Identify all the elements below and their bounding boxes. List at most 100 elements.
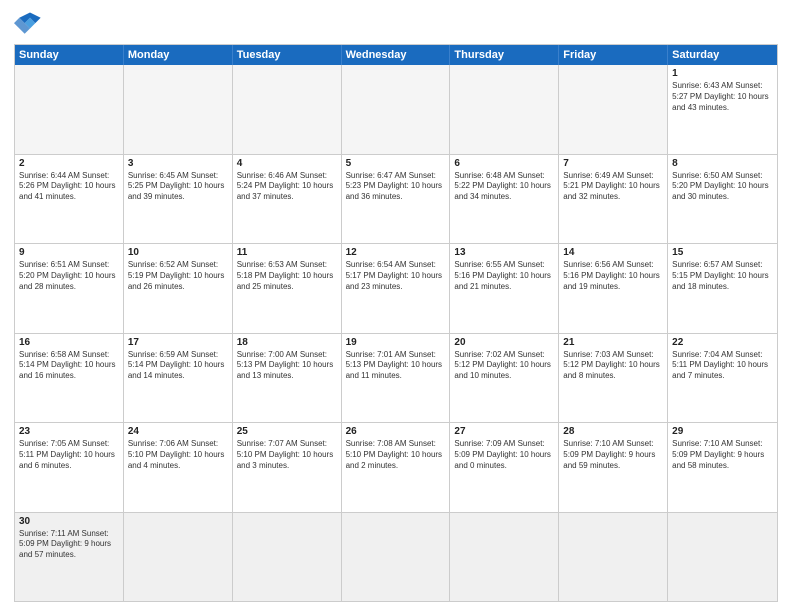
calendar-row: 30Sunrise: 7:11 AM Sunset: 5:09 PM Dayli… xyxy=(15,512,777,602)
calendar-cell: 15Sunrise: 6:57 AM Sunset: 5:15 PM Dayli… xyxy=(668,244,777,333)
day-info: Sunrise: 7:00 AM Sunset: 5:13 PM Dayligh… xyxy=(237,350,337,382)
day-number: 20 xyxy=(454,337,554,348)
calendar-cell: 1 Sunrise: 6:43 AM Sunset: 5:27 PM Daylig… xyxy=(668,65,777,154)
calendar-cell: 25Sunrise: 7:07 AM Sunset: 5:10 PM Dayli… xyxy=(233,423,342,512)
calendar-cell: 26 Sunrise: 7:08 AM Sunset: 5:10 PM Dayli… xyxy=(342,423,451,512)
logo xyxy=(14,10,50,38)
day-number: 5 xyxy=(346,158,446,169)
calendar-cell xyxy=(450,513,559,602)
day-number: 1 xyxy=(672,68,773,79)
calendar-cell: 9Sunrise: 6:51 AM Sunset: 5:20 PM Daylig… xyxy=(15,244,124,333)
day-info: Sunrise: 6:50 AM Sunset: 5:20 PM Dayligh… xyxy=(672,171,773,203)
day-info: Sunrise: 6:46 AM Sunset: 5:24 PM Dayligh… xyxy=(237,171,337,203)
day-info: Sunrise: 6:43 AM Sunset: 5:27 PM Dayligh… xyxy=(672,81,773,113)
calendar-cell xyxy=(559,513,668,602)
calendar-row: 16 Sunrise: 6:58 AM Sunset: 5:14 PM Dayli… xyxy=(15,333,777,423)
day-number: 23 xyxy=(19,426,119,437)
day-number: 18 xyxy=(237,337,337,348)
day-info: Sunrise: 7:03 AM Sunset: 5:12 PM Dayligh… xyxy=(563,350,663,382)
day-number: 21 xyxy=(563,337,663,348)
day-info: Sunrise: 7:06 AM Sunset: 5:10 PM Dayligh… xyxy=(128,439,228,471)
day-number: 19 xyxy=(346,337,446,348)
day-number: 24 xyxy=(128,426,228,437)
calendar-cell xyxy=(233,513,342,602)
calendar-cell: 29 Sunrise: 7:10 AM Sunset: 5:09 PM Dayli… xyxy=(668,423,777,512)
day-info: Sunrise: 7:05 AM Sunset: 5:11 PM Dayligh… xyxy=(19,439,119,471)
calendar-row: 1 Sunrise: 6:43 AM Sunset: 5:27 PM Daylig… xyxy=(15,65,777,154)
day-info: Sunrise: 7:10 AM Sunset: 5:09 PM Dayligh… xyxy=(672,439,773,471)
calendar-cell: 22 Sunrise: 7:04 AM Sunset: 5:11 PM Dayli… xyxy=(668,334,777,423)
calendar-cell: 19 Sunrise: 7:01 AM Sunset: 5:13 PM Dayli… xyxy=(342,334,451,423)
day-number: 6 xyxy=(454,158,554,169)
day-info: Sunrise: 6:48 AM Sunset: 5:22 PM Dayligh… xyxy=(454,171,554,203)
day-number: 7 xyxy=(563,158,663,169)
calendar-cell: 27Sunrise: 7:09 AM Sunset: 5:09 PM Dayli… xyxy=(450,423,559,512)
day-number: 25 xyxy=(237,426,337,437)
calendar-row: 23 Sunrise: 7:05 AM Sunset: 5:11 PM Dayli… xyxy=(15,422,777,512)
day-number: 4 xyxy=(237,158,337,169)
calendar: SundayMondayTuesdayWednesdayThursdayFrid… xyxy=(14,44,778,602)
day-info: Sunrise: 6:45 AM Sunset: 5:25 PM Dayligh… xyxy=(128,171,228,203)
calendar-cell: 7 Sunrise: 6:49 AM Sunset: 5:21 PM Daylig… xyxy=(559,155,668,244)
calendar-cell: 2 Sunrise: 6:44 AM Sunset: 5:26 PM Daylig… xyxy=(15,155,124,244)
day-info: Sunrise: 6:56 AM Sunset: 5:16 PM Dayligh… xyxy=(563,260,663,292)
day-number: 3 xyxy=(128,158,228,169)
day-number: 28 xyxy=(563,426,663,437)
calendar-cell: 23 Sunrise: 7:05 AM Sunset: 5:11 PM Dayli… xyxy=(15,423,124,512)
calendar-cell xyxy=(342,65,451,154)
day-info: Sunrise: 6:58 AM Sunset: 5:14 PM Dayligh… xyxy=(19,350,119,382)
page: SundayMondayTuesdayWednesdayThursdayFrid… xyxy=(0,0,792,612)
header-day: Thursday xyxy=(450,45,559,65)
day-info: Sunrise: 7:01 AM Sunset: 5:13 PM Dayligh… xyxy=(346,350,446,382)
header-day: Tuesday xyxy=(233,45,342,65)
header-day: Wednesday xyxy=(342,45,451,65)
day-info: Sunrise: 6:53 AM Sunset: 5:18 PM Dayligh… xyxy=(237,260,337,292)
header xyxy=(14,10,778,38)
calendar-cell: 12Sunrise: 6:54 AM Sunset: 5:17 PM Dayli… xyxy=(342,244,451,333)
calendar-header: SundayMondayTuesdayWednesdayThursdayFrid… xyxy=(15,45,777,65)
day-number: 10 xyxy=(128,247,228,258)
day-info: Sunrise: 7:08 AM Sunset: 5:10 PM Dayligh… xyxy=(346,439,446,471)
day-number: 22 xyxy=(672,337,773,348)
header-day: Saturday xyxy=(668,45,777,65)
calendar-cell xyxy=(124,65,233,154)
day-info: Sunrise: 6:54 AM Sunset: 5:17 PM Dayligh… xyxy=(346,260,446,292)
calendar-cell: 8Sunrise: 6:50 AM Sunset: 5:20 PM Daylig… xyxy=(668,155,777,244)
day-info: Sunrise: 6:51 AM Sunset: 5:20 PM Dayligh… xyxy=(19,260,119,292)
calendar-body: 1 Sunrise: 6:43 AM Sunset: 5:27 PM Daylig… xyxy=(15,65,777,601)
day-info: Sunrise: 6:44 AM Sunset: 5:26 PM Dayligh… xyxy=(19,171,119,203)
day-number: 26 xyxy=(346,426,446,437)
calendar-cell: 28 Sunrise: 7:10 AM Sunset: 5:09 PM Dayli… xyxy=(559,423,668,512)
calendar-cell xyxy=(668,513,777,602)
calendar-cell: 24 Sunrise: 7:06 AM Sunset: 5:10 PM Dayli… xyxy=(124,423,233,512)
calendar-cell xyxy=(559,65,668,154)
calendar-cell: 13Sunrise: 6:55 AM Sunset: 5:16 PM Dayli… xyxy=(450,244,559,333)
calendar-cell: 11 Sunrise: 6:53 AM Sunset: 5:18 PM Dayli… xyxy=(233,244,342,333)
calendar-cell: 14 Sunrise: 6:56 AM Sunset: 5:16 PM Dayli… xyxy=(559,244,668,333)
calendar-cell: 3 Sunrise: 6:45 AM Sunset: 5:25 PM Daylig… xyxy=(124,155,233,244)
calendar-cell: 10 Sunrise: 6:52 AM Sunset: 5:19 PM Dayli… xyxy=(124,244,233,333)
calendar-cell: 18 Sunrise: 7:00 AM Sunset: 5:13 PM Dayli… xyxy=(233,334,342,423)
calendar-cell: 5 Sunrise: 6:47 AM Sunset: 5:23 PM Daylig… xyxy=(342,155,451,244)
calendar-cell: 30Sunrise: 7:11 AM Sunset: 5:09 PM Dayli… xyxy=(15,513,124,602)
day-info: Sunrise: 7:11 AM Sunset: 5:09 PM Dayligh… xyxy=(19,529,119,561)
calendar-cell: 16 Sunrise: 6:58 AM Sunset: 5:14 PM Dayli… xyxy=(15,334,124,423)
day-number: 11 xyxy=(237,247,337,258)
calendar-row: 2 Sunrise: 6:44 AM Sunset: 5:26 PM Daylig… xyxy=(15,154,777,244)
day-number: 15 xyxy=(672,247,773,258)
day-info: Sunrise: 6:52 AM Sunset: 5:19 PM Dayligh… xyxy=(128,260,228,292)
day-number: 14 xyxy=(563,247,663,258)
day-number: 16 xyxy=(19,337,119,348)
day-info: Sunrise: 6:49 AM Sunset: 5:21 PM Dayligh… xyxy=(563,171,663,203)
day-number: 29 xyxy=(672,426,773,437)
calendar-cell xyxy=(450,65,559,154)
day-number: 2 xyxy=(19,158,119,169)
day-info: Sunrise: 6:47 AM Sunset: 5:23 PM Dayligh… xyxy=(346,171,446,203)
day-info: Sunrise: 6:55 AM Sunset: 5:16 PM Dayligh… xyxy=(454,260,554,292)
calendar-cell xyxy=(124,513,233,602)
calendar-cell: 6 Sunrise: 6:48 AM Sunset: 5:22 PM Daylig… xyxy=(450,155,559,244)
day-info: Sunrise: 7:10 AM Sunset: 5:09 PM Dayligh… xyxy=(563,439,663,471)
header-day: Friday xyxy=(559,45,668,65)
day-info: Sunrise: 7:04 AM Sunset: 5:11 PM Dayligh… xyxy=(672,350,773,382)
day-info: Sunrise: 6:59 AM Sunset: 5:14 PM Dayligh… xyxy=(128,350,228,382)
